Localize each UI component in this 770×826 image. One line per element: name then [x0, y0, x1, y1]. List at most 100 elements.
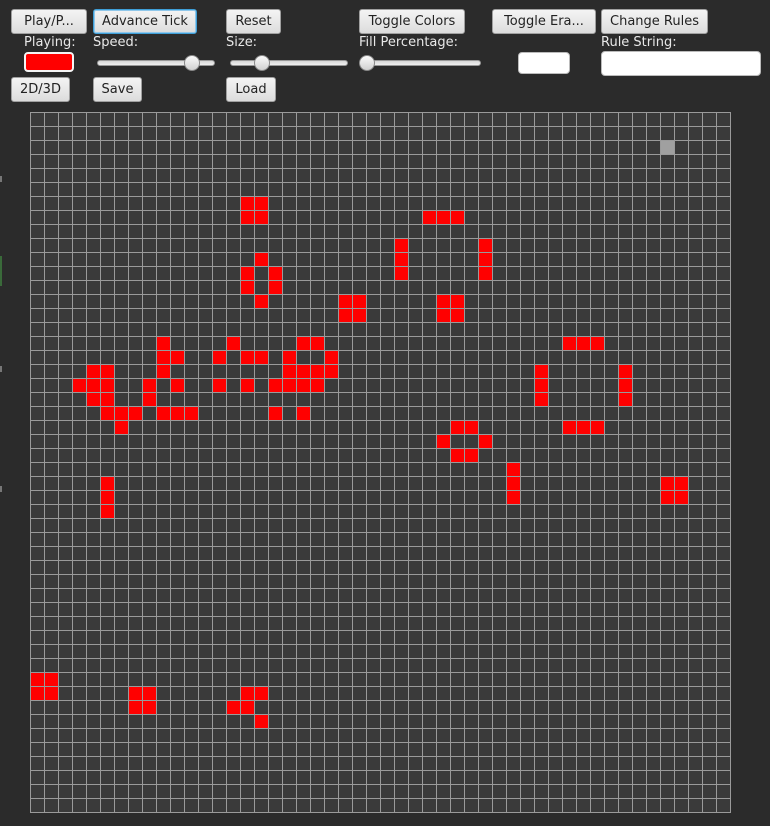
live-cell[interactable] [450, 308, 465, 323]
live-cell[interactable] [282, 364, 297, 379]
live-cell[interactable] [296, 406, 311, 421]
live-cell[interactable] [296, 378, 311, 393]
live-cell[interactable] [44, 672, 59, 687]
live-cell[interactable] [352, 308, 367, 323]
live-cell[interactable] [100, 504, 115, 519]
live-cell[interactable] [562, 336, 577, 351]
color-value-field[interactable] [518, 52, 570, 74]
size-slider-thumb[interactable] [254, 55, 271, 71]
live-cell[interactable] [422, 210, 437, 225]
live-cell[interactable] [114, 420, 129, 435]
live-cell[interactable] [254, 350, 269, 365]
live-cell[interactable] [296, 336, 311, 351]
live-cell[interactable] [436, 308, 451, 323]
live-cell[interactable] [170, 350, 185, 365]
live-cell[interactable] [268, 266, 283, 281]
live-cell[interactable] [534, 392, 549, 407]
live-cell[interactable] [72, 378, 87, 393]
speed-slider[interactable] [97, 55, 215, 71]
live-cell[interactable] [44, 686, 59, 701]
live-cell[interactable] [506, 462, 521, 477]
live-cell[interactable] [268, 406, 283, 421]
live-cell[interactable] [394, 266, 409, 281]
live-cell[interactable] [436, 434, 451, 449]
live-cell[interactable] [100, 364, 115, 379]
live-cell[interactable] [240, 700, 255, 715]
live-cell[interactable] [450, 210, 465, 225]
live-cell[interactable] [254, 196, 269, 211]
live-cell[interactable] [450, 294, 465, 309]
live-cell[interactable] [660, 490, 675, 505]
live-cell[interactable] [450, 448, 465, 463]
live-cell[interactable] [674, 490, 689, 505]
live-cell[interactable] [100, 490, 115, 505]
live-cell[interactable] [268, 280, 283, 295]
live-cell[interactable] [254, 714, 269, 729]
live-cell[interactable] [268, 378, 283, 393]
live-cell[interactable] [576, 336, 591, 351]
toggle-eraser-button[interactable]: Toggle Era... [492, 9, 596, 34]
live-cell[interactable] [338, 308, 353, 323]
live-cell[interactable] [310, 378, 325, 393]
live-cell[interactable] [478, 252, 493, 267]
live-cell[interactable] [618, 364, 633, 379]
save-button[interactable]: Save [93, 77, 142, 102]
live-cell[interactable] [296, 364, 311, 379]
live-cell[interactable] [254, 294, 269, 309]
live-cell[interactable] [30, 686, 45, 701]
live-cell[interactable] [212, 378, 227, 393]
live-cell[interactable] [562, 420, 577, 435]
live-cell[interactable] [352, 294, 367, 309]
live-cell[interactable] [184, 406, 199, 421]
live-cell[interactable] [156, 350, 171, 365]
live-cell[interactable] [254, 252, 269, 267]
live-cell[interactable] [436, 210, 451, 225]
live-cell[interactable] [478, 266, 493, 281]
live-cell[interactable] [170, 406, 185, 421]
live-cell[interactable] [156, 364, 171, 379]
live-cell[interactable] [212, 350, 227, 365]
load-button[interactable]: Load [226, 77, 276, 102]
live-cell[interactable] [114, 406, 129, 421]
live-cell[interactable] [534, 378, 549, 393]
live-cell[interactable] [478, 238, 493, 253]
live-cell[interactable] [240, 266, 255, 281]
live-cell[interactable] [86, 364, 101, 379]
play-pause-button[interactable]: Play/P... [11, 9, 87, 34]
live-cell[interactable] [100, 476, 115, 491]
live-cell[interactable] [282, 378, 297, 393]
live-cell[interactable] [100, 378, 115, 393]
live-cell[interactable] [324, 364, 339, 379]
fill-slider-thumb[interactable] [359, 55, 375, 71]
live-cell[interactable] [394, 252, 409, 267]
toggle-2d-3d-button[interactable]: 2D/3D [11, 77, 70, 102]
live-cell[interactable] [506, 476, 521, 491]
live-cell[interactable] [394, 238, 409, 253]
live-cell[interactable] [674, 476, 689, 491]
live-cell[interactable] [310, 364, 325, 379]
fill-percentage-slider[interactable] [359, 55, 481, 71]
toggle-colors-button[interactable]: Toggle Colors [359, 9, 465, 34]
live-cell[interactable] [128, 700, 143, 715]
size-slider[interactable] [230, 55, 348, 71]
live-cell[interactable] [338, 294, 353, 309]
live-cell[interactable] [618, 378, 633, 393]
cursor-cell[interactable] [660, 140, 675, 155]
live-cell[interactable] [240, 196, 255, 211]
live-cell[interactable] [100, 392, 115, 407]
speed-slider-thumb[interactable] [183, 55, 200, 71]
live-cell[interactable] [128, 406, 143, 421]
live-cell[interactable] [142, 700, 157, 715]
live-cell[interactable] [240, 378, 255, 393]
live-cell[interactable] [310, 336, 325, 351]
live-cell[interactable] [618, 392, 633, 407]
live-cell[interactable] [576, 420, 591, 435]
live-cell[interactable] [240, 210, 255, 225]
live-cell[interactable] [240, 280, 255, 295]
live-cell[interactable] [590, 336, 605, 351]
live-cell[interactable] [478, 434, 493, 449]
live-cell[interactable] [464, 448, 479, 463]
live-cell[interactable] [86, 378, 101, 393]
live-cell[interactable] [142, 392, 157, 407]
live-cell[interactable] [282, 350, 297, 365]
